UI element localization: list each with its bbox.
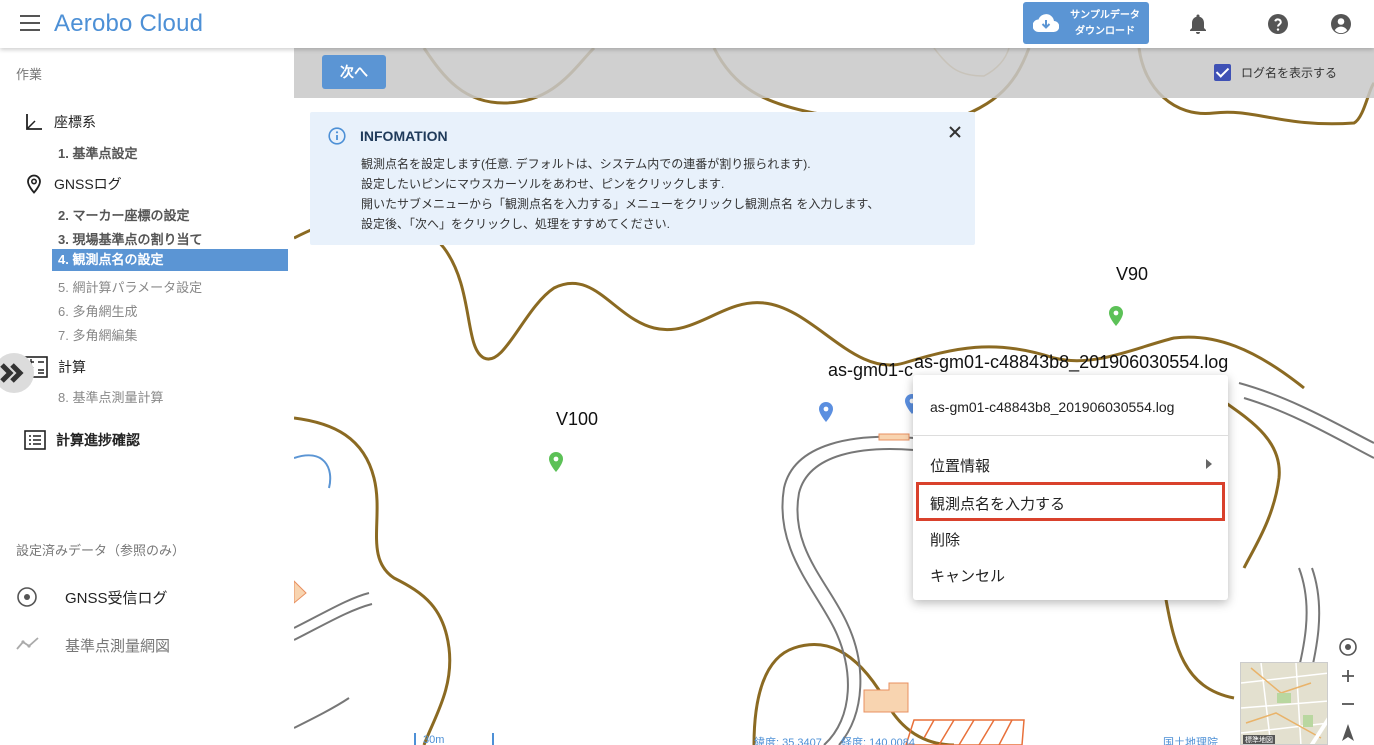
sidebar: 作業 座標系 1. 基準点設定 GNSSログ 2. マーカー座標の設定 3. 現… (0, 48, 294, 745)
compass-north-icon[interactable] (1334, 721, 1362, 743)
sidebar-group-label: 座標系 (54, 114, 96, 130)
longitude-readout: 経度: 140.0084 (841, 737, 915, 745)
show-log-names-toggle[interactable]: ログ名を表示する (1214, 64, 1337, 81)
info-icon (328, 127, 346, 145)
info-panel: INFOMATION 観測点名を設定します(任意. デフォルトは、システム内での… (310, 112, 975, 245)
context-menu-divider (913, 435, 1228, 436)
info-line-4: 設定後、「次へ」をクリックし、処理をすすめてください. (361, 217, 670, 231)
sidebar-step-6[interactable]: 6. 多角網生成 (58, 301, 137, 320)
info-line-3: 開いたサブメニューから「観測点名を入力する」メニューをクリックし観測点名 を入力… (361, 197, 880, 211)
scale-label: 30m (423, 734, 445, 745)
locate-icon[interactable] (1334, 636, 1362, 658)
info-title: INFOMATION (360, 128, 448, 144)
sidebar-step-5[interactable]: 5. 網計算パラメータ設定 (58, 277, 202, 296)
context-menu-title: as-gm01-c48843b8_201906030554.log (930, 399, 1175, 415)
overview-minimap[interactable]: 標準地図 (1240, 662, 1328, 745)
sample-download-label-2: ダウンロード (1075, 26, 1135, 37)
sidebar-step-3[interactable]: 3. 現場基準点の割り当て (58, 229, 202, 248)
double-chevron-icon (0, 363, 24, 383)
cloud-download-icon (1033, 14, 1059, 33)
info-line-2: 設定したいピンにマウスカーソルをあわせ、ピンをクリックします. (361, 177, 725, 191)
sidebar-step-2[interactable]: 2. マーカー座標の設定 (58, 205, 189, 224)
map-pin-v90[interactable] (1109, 306, 1123, 326)
bell-icon[interactable] (1186, 12, 1210, 36)
section-work: 作業 (16, 67, 43, 82)
sidebar-group-coordinate[interactable]: 座標系 (24, 112, 96, 132)
minimap-tiles (1241, 663, 1327, 744)
account-icon[interactable] (1329, 12, 1353, 36)
sidebar-group-label: 計算 (58, 359, 86, 375)
minimap-label: 標準地図 (1243, 735, 1275, 744)
ref-network-map[interactable]: 基準点測量網図 (16, 634, 170, 656)
trend-line-icon (16, 637, 39, 650)
show-log-names-label: ログ名を表示する (1241, 66, 1338, 80)
submenu-arrow-icon (1206, 459, 1212, 469)
map-pin-v100[interactable] (549, 452, 563, 472)
sidebar-step-8[interactable]: 8. 基準点測量計算 (58, 387, 163, 406)
map-view[interactable]: 次へ ログ名を表示する INFOMATION 観測点名を設定します(任意. デフ… (294, 48, 1374, 745)
axis-icon (26, 114, 42, 130)
sidebar-step-1[interactable]: 1. 基準点設定 (58, 143, 137, 162)
close-icon[interactable] (947, 124, 963, 140)
section-reference: 設定済みデータ（参照のみ） (16, 543, 186, 558)
sample-download-label-1: サンプルデータ (1070, 10, 1140, 21)
sidebar-group-label: GNSSログ (54, 176, 122, 192)
radio-target-icon (17, 587, 37, 607)
show-log-names-checkbox[interactable] (1214, 64, 1231, 81)
sample-data-download-button[interactable]: サンプルデータ ダウンロード (1023, 2, 1149, 44)
sidebar-group-progress[interactable]: 計算進捗確認 (24, 430, 140, 450)
sidebar-group-gnss[interactable]: GNSSログ (24, 174, 122, 194)
zoom-in-icon[interactable] (1334, 665, 1362, 687)
point-label-v90: V90 (1116, 264, 1149, 284)
location-pin-icon (27, 174, 41, 194)
menu-item-delete[interactable]: 削除 (930, 529, 960, 550)
menu-icon[interactable] (20, 15, 40, 31)
ref-network-label: 基準点測量網図 (65, 637, 171, 655)
attribution-link[interactable]: 国土地理院 (1163, 734, 1218, 745)
app-title: Aerobo Cloud (54, 10, 204, 37)
point-label-log-a: as-gm01-c48843b8_201906030554.log (914, 352, 1229, 372)
zoom-out-icon[interactable] (1334, 693, 1362, 715)
map-toolbar (294, 48, 1374, 98)
latitude-readout: 緯度: 35.3407 (754, 737, 822, 745)
map-pin-log-b[interactable] (819, 402, 833, 422)
menu-item-location[interactable]: 位置情報 (930, 455, 990, 476)
pin-context-menu: as-gm01-c48843b8_201906030554.log 位置情報 観… (913, 375, 1228, 600)
point-label-v100: V100 (556, 409, 599, 429)
sidebar-group-label: 計算進捗確認 (56, 432, 140, 448)
menu-item-cancel[interactable]: キャンセル (930, 565, 1005, 586)
app-header: Aerobo Cloud サンプルデータ ダウンロード (0, 0, 1374, 48)
ref-gnss-label: GNSS受信ログ (65, 589, 168, 607)
help-icon[interactable] (1266, 12, 1290, 36)
sidebar-collapse-button[interactable] (0, 353, 34, 393)
sidebar-step-7[interactable]: 7. 多角網編集 (58, 325, 137, 344)
next-button[interactable]: 次へ (322, 55, 386, 89)
sidebar-step-4-active[interactable]: 4. 観測点名の設定 (52, 249, 288, 271)
info-line-1: 観測点名を設定します(任意. デフォルトは、システム内での連番が割り振られます)… (361, 157, 811, 171)
ref-gnss-log[interactable]: GNSS受信ログ (16, 586, 168, 608)
menu-item-enter-name[interactable]: 観測点名を入力する (930, 493, 1065, 514)
list-icon (24, 430, 46, 450)
point-label-log-b: as-gm01-c (828, 360, 914, 380)
